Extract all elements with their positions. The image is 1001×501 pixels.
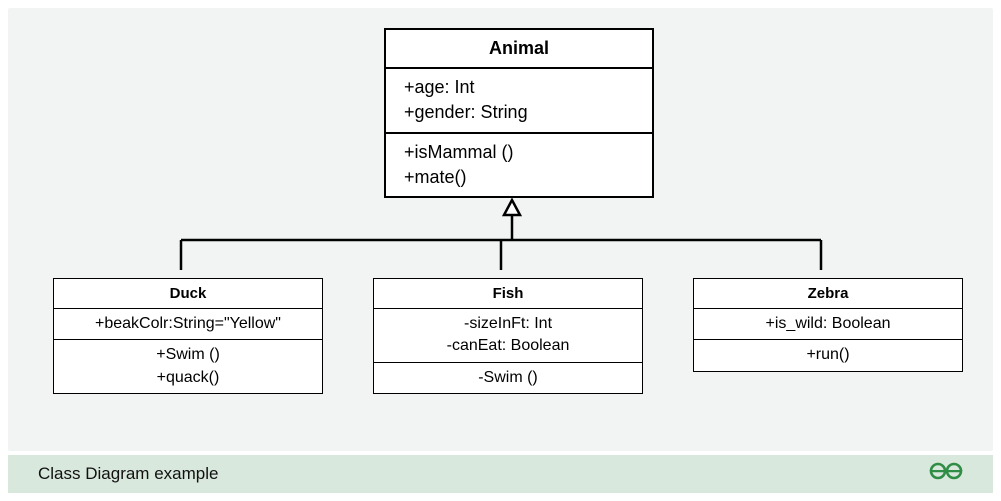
class-name: Zebra bbox=[694, 279, 962, 308]
attr: -sizeInFt: Int bbox=[388, 313, 628, 335]
class-zebra: Zebra +is_wild: Boolean +run() bbox=[693, 278, 963, 372]
method: -Swim () bbox=[388, 367, 628, 389]
class-duck: Duck +beakColr:String="Yellow" +Swim () … bbox=[53, 278, 323, 394]
attr: +age: Int bbox=[404, 75, 634, 100]
method: +quack() bbox=[68, 367, 308, 389]
class-methods: +run() bbox=[694, 339, 962, 370]
attr: +is_wild: Boolean bbox=[708, 313, 948, 335]
diagram-canvas: Animal +age: Int +gender: String +isMamm… bbox=[8, 8, 993, 451]
footer-title: Class Diagram example bbox=[38, 464, 218, 484]
class-name: Duck bbox=[54, 279, 322, 308]
class-attributes: -sizeInFt: Int -canEat: Boolean bbox=[374, 308, 642, 362]
method: +isMammal () bbox=[404, 140, 634, 165]
method: +run() bbox=[708, 344, 948, 366]
method: +mate() bbox=[404, 165, 634, 190]
class-attributes: +age: Int +gender: String bbox=[386, 67, 652, 131]
class-attributes: +beakColr:String="Yellow" bbox=[54, 308, 322, 339]
method: +Swim () bbox=[68, 344, 308, 366]
class-attributes: +is_wild: Boolean bbox=[694, 308, 962, 339]
geeksforgeeks-icon bbox=[929, 461, 963, 487]
attr: -canEat: Boolean bbox=[388, 335, 628, 357]
class-name: Animal bbox=[386, 30, 652, 67]
class-fish: Fish -sizeInFt: Int -canEat: Boolean -Sw… bbox=[373, 278, 643, 394]
attr: +beakColr:String="Yellow" bbox=[68, 313, 308, 335]
class-methods: +Swim () +quack() bbox=[54, 339, 322, 393]
class-methods: +isMammal () +mate() bbox=[386, 132, 652, 196]
class-animal: Animal +age: Int +gender: String +isMamm… bbox=[384, 28, 654, 198]
class-name: Fish bbox=[374, 279, 642, 308]
footer-bar: Class Diagram example bbox=[8, 455, 993, 493]
attr: +gender: String bbox=[404, 100, 634, 125]
class-methods: -Swim () bbox=[374, 362, 642, 393]
